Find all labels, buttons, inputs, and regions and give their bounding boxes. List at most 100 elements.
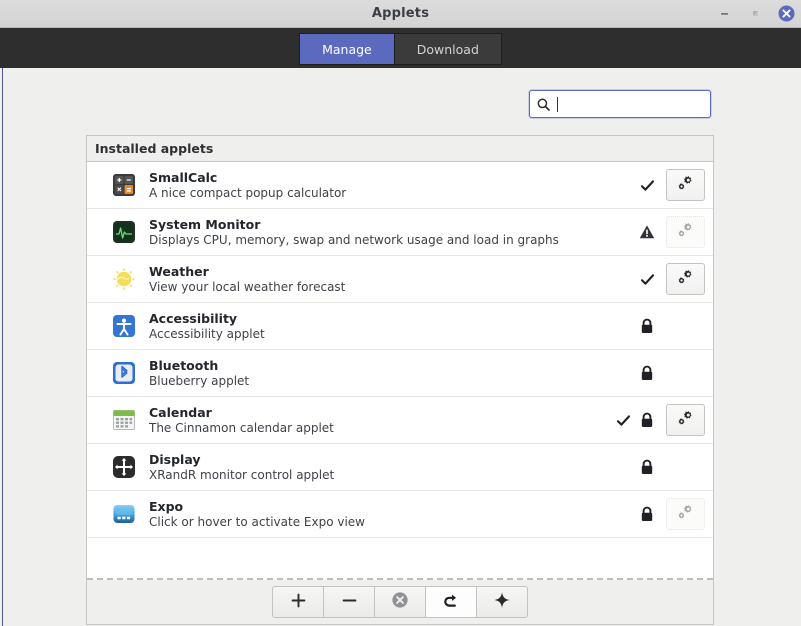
applet-name: SmallCalc bbox=[149, 169, 218, 185]
status-badge bbox=[639, 459, 655, 475]
applet-text: Weather View your local weather forecast bbox=[149, 264, 639, 295]
status-badge bbox=[615, 412, 655, 428]
window-left-edge bbox=[2, 68, 3, 626]
toolbar-button-group bbox=[272, 586, 528, 618]
more-actions-button[interactable] bbox=[477, 586, 528, 618]
gear-icon bbox=[675, 502, 695, 526]
applet-description: The Cinnamon calendar applet bbox=[149, 420, 334, 435]
applet-toolbar bbox=[86, 580, 714, 625]
applet-text: Bluetooth Blueberry applet bbox=[149, 358, 639, 389]
tab-bar: Manage Download bbox=[0, 28, 801, 68]
gear-slot bbox=[665, 263, 705, 295]
applet-name: Expo bbox=[149, 498, 184, 514]
tab-group: Manage Download bbox=[299, 33, 502, 65]
lock-icon bbox=[639, 412, 655, 428]
restore-defaults-button[interactable] bbox=[426, 586, 477, 618]
window-title: Applets bbox=[371, 6, 430, 21]
search-icon bbox=[536, 97, 551, 112]
accessibility-icon bbox=[111, 313, 137, 339]
applet-name: Display bbox=[149, 451, 201, 467]
list-header: Installed applets bbox=[87, 136, 713, 162]
applets-window: Applets Manage Download Installed applet… bbox=[0, 0, 801, 626]
applet-description: Blueberry applet bbox=[149, 373, 250, 388]
sparkle-icon bbox=[493, 591, 511, 613]
status-badge bbox=[639, 271, 655, 287]
calendar-icon bbox=[111, 407, 137, 433]
gear-slot bbox=[665, 169, 705, 201]
lock-icon bbox=[639, 365, 655, 381]
title-bar: Applets bbox=[0, 0, 801, 28]
check-icon bbox=[615, 412, 631, 428]
tab-manage[interactable]: Manage bbox=[299, 33, 395, 65]
table-row[interactable]: Display XRandR monitor control applet bbox=[87, 444, 713, 491]
table-row[interactable]: Accessibility Accessibility applet bbox=[87, 303, 713, 350]
configure-applet-button bbox=[665, 216, 705, 248]
table-row[interactable]: Weather View your local weather forecast bbox=[87, 256, 713, 303]
search-box[interactable] bbox=[529, 90, 711, 118]
configure-applet-button[interactable] bbox=[665, 404, 705, 436]
applet-name: Calendar bbox=[149, 404, 212, 420]
applet-description: A nice compact popup calculator bbox=[149, 185, 347, 200]
gear-icon bbox=[675, 173, 695, 197]
table-row[interactable]: System Monitor Displays CPU, memory, swap… bbox=[87, 209, 713, 256]
check-icon bbox=[639, 177, 655, 193]
gear-slot bbox=[665, 498, 705, 530]
minus-icon bbox=[341, 592, 358, 613]
close-icon[interactable] bbox=[778, 5, 795, 22]
uninstall-applet-button[interactable] bbox=[375, 586, 426, 618]
remove-applet-button[interactable] bbox=[324, 586, 375, 618]
lock-icon bbox=[639, 459, 655, 475]
gear-icon bbox=[675, 267, 695, 291]
status-badge bbox=[639, 506, 655, 522]
applet-name: Accessibility bbox=[149, 310, 238, 326]
tab-download[interactable]: Download bbox=[394, 33, 502, 65]
applet-text: SmallCalc A nice compact popup calculator bbox=[149, 170, 639, 201]
gear-slot bbox=[665, 404, 705, 436]
add-applet-button[interactable] bbox=[272, 586, 324, 618]
configure-applet-button[interactable] bbox=[665, 169, 705, 201]
applet-text: Calendar The Cinnamon calendar applet bbox=[149, 405, 615, 436]
table-row[interactable]: SmallCalc A nice compact popup calculator bbox=[87, 162, 713, 209]
table-row[interactable]: Bluetooth Blueberry applet bbox=[87, 350, 713, 397]
weather-sun-icon bbox=[111, 266, 137, 292]
status-badge bbox=[639, 365, 655, 381]
bluetooth-icon bbox=[111, 360, 137, 386]
check-icon bbox=[639, 271, 655, 287]
gear-slot bbox=[665, 216, 705, 248]
search-row bbox=[529, 90, 711, 118]
display-icon bbox=[111, 454, 137, 480]
configure-applet-button bbox=[665, 498, 705, 530]
calculator-icon bbox=[111, 172, 137, 198]
applet-text: Expo Click or hover to activate Expo view bbox=[149, 499, 639, 530]
minimize-icon[interactable] bbox=[716, 5, 733, 22]
applet-description: Accessibility applet bbox=[149, 326, 265, 341]
content-area: Installed applets SmallCalc A nice compac… bbox=[0, 68, 801, 626]
system-monitor-icon bbox=[111, 219, 137, 245]
gear-icon bbox=[675, 408, 695, 432]
search-input[interactable] bbox=[557, 93, 704, 115]
lock-icon bbox=[639, 506, 655, 522]
applet-text: Display XRandR monitor control applet bbox=[149, 452, 639, 483]
installed-applets-panel: Installed applets SmallCalc A nice compac… bbox=[86, 135, 714, 580]
applet-list[interactable]: SmallCalc A nice compact popup calculator… bbox=[87, 162, 713, 580]
maximize-icon[interactable] bbox=[747, 5, 764, 22]
status-badge bbox=[639, 177, 655, 193]
applet-description: Click or hover to activate Expo view bbox=[149, 514, 365, 529]
lock-icon bbox=[639, 318, 655, 334]
applet-text: Accessibility Accessibility applet bbox=[149, 311, 639, 342]
table-row[interactable]: Expo Click or hover to activate Expo view bbox=[87, 491, 713, 538]
applet-name: Bluetooth bbox=[149, 357, 219, 373]
applet-description: Displays CPU, memory, swap and network u… bbox=[149, 232, 559, 247]
applet-description: View your local weather forecast bbox=[149, 279, 346, 294]
table-row[interactable]: Calendar The Cinnamon calendar applet bbox=[87, 397, 713, 444]
applet-name: System Monitor bbox=[149, 216, 261, 232]
window-controls bbox=[716, 0, 795, 27]
status-badge bbox=[639, 224, 655, 240]
circle-x-icon bbox=[391, 591, 409, 613]
undo-arrow-icon bbox=[442, 591, 461, 614]
status-badge bbox=[639, 318, 655, 334]
applet-text: System Monitor Displays CPU, memory, swap… bbox=[149, 217, 639, 248]
configure-applet-button[interactable] bbox=[665, 263, 705, 295]
plus-icon bbox=[290, 592, 307, 613]
applet-description: XRandR monitor control applet bbox=[149, 467, 335, 482]
